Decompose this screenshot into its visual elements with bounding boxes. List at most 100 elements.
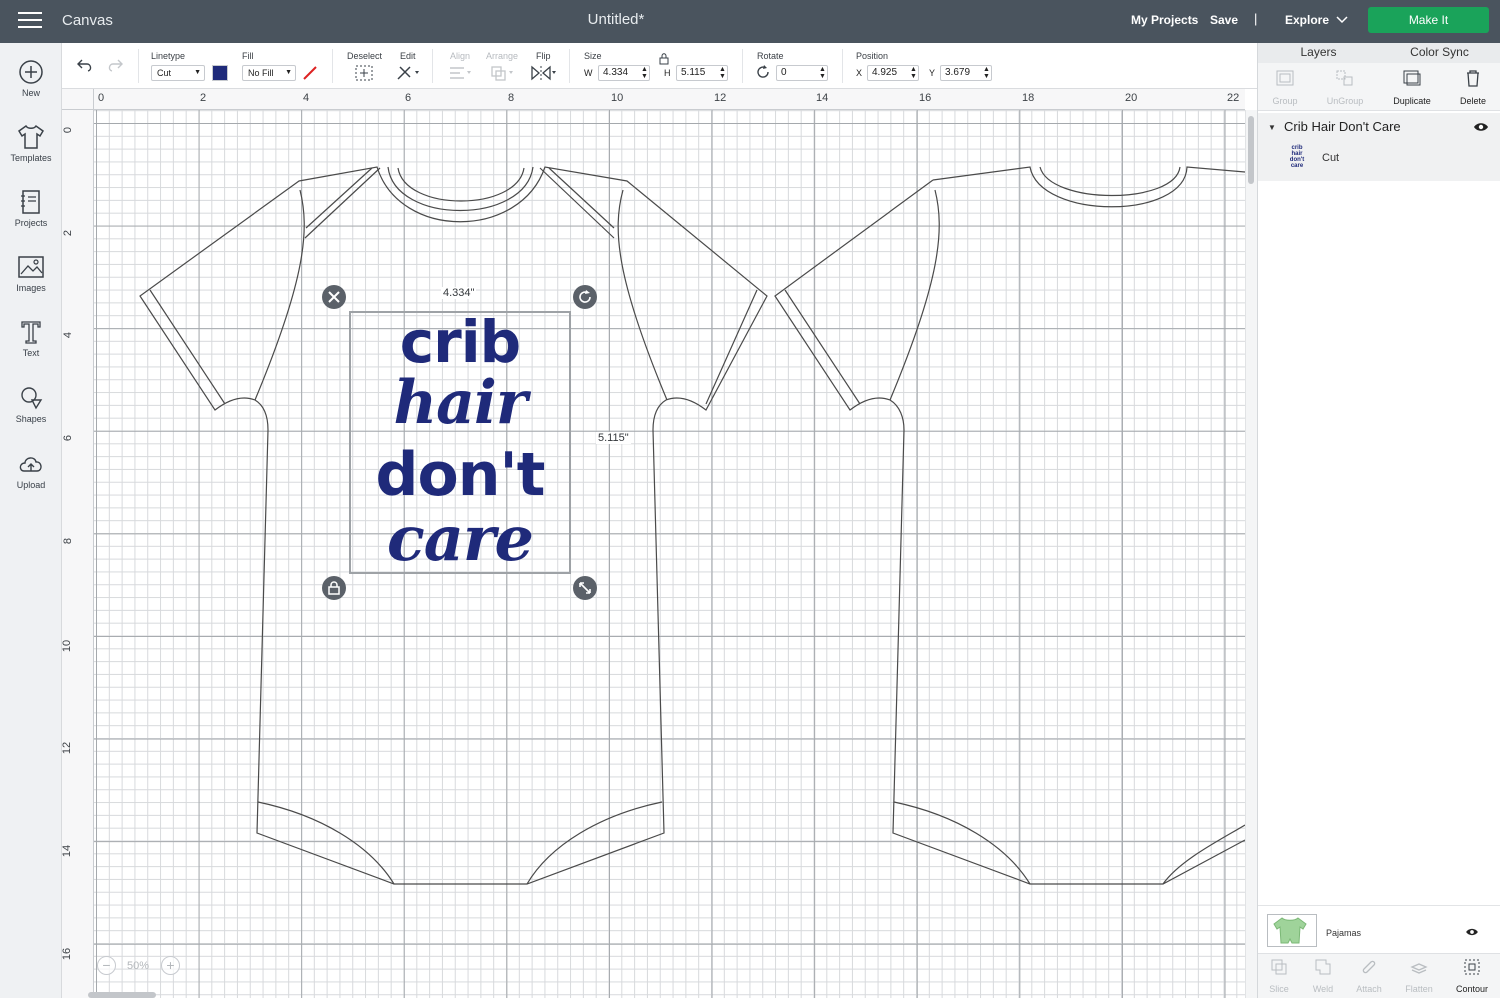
template-layer-name: Pajamas <box>1326 928 1362 938</box>
linetype-select[interactable]: Cut ▼ <box>151 65 205 81</box>
toolbar-divider <box>332 49 333 83</box>
vertical-scrollbar[interactable] <box>1245 110 1257 998</box>
delete-button[interactable]: Delete <box>1443 69 1500 106</box>
ungroup-button[interactable]: UnGroup <box>1315 69 1375 106</box>
duplicate-button[interactable]: Duplicate <box>1382 69 1442 106</box>
tab-layers[interactable]: Layers <box>1258 45 1379 65</box>
deselect-icon[interactable] <box>355 65 373 81</box>
shapes-icon <box>21 387 43 410</box>
chevron-down-icon[interactable] <box>1336 13 1348 25</box>
x-position-input[interactable]: 4.925 ▲ ▼ <box>867 65 919 81</box>
resize-handle-icon[interactable] <box>573 576 597 600</box>
ruler-tick: 18 <box>1022 92 1035 104</box>
horizontal-scrollbar-thumb[interactable] <box>88 992 156 998</box>
position-label: Position <box>856 51 889 61</box>
tool-label: Slice <box>1269 984 1289 994</box>
stepper-icon[interactable]: ▲ ▼ <box>641 66 648 80</box>
arrange-icon <box>491 66 513 81</box>
tool-label: Delete <box>1459 96 1486 106</box>
contour-button[interactable]: Contour <box>1449 958 1495 994</box>
lock-ratio-icon[interactable] <box>659 53 669 65</box>
tool-label: Contour <box>1455 984 1489 994</box>
rotate-input[interactable]: 0 ▲ ▼ <box>776 65 828 81</box>
design-canvas[interactable]: 4.334" 5.115" crib hair don't care − 50%… <box>94 110 1245 998</box>
no-fill-swatch-icon[interactable] <box>302 65 318 81</box>
height-value: 5.115 <box>681 67 706 78</box>
eye-icon[interactable] <box>1465 927 1479 937</box>
linetype-color-swatch[interactable] <box>212 65 228 81</box>
sidebar-item-new[interactable]: New <box>0 59 62 119</box>
edit-tools-icon[interactable] <box>396 65 422 81</box>
slice-button[interactable]: Slice <box>1256 958 1302 994</box>
tool-label: Group <box>1272 96 1298 106</box>
flip-icon[interactable] <box>530 65 558 81</box>
caret-down-icon[interactable]: ▼ <box>1268 123 1276 132</box>
x-axis-label: X <box>856 68 863 78</box>
fill-select[interactable]: No Fill ▼ <box>242 65 296 81</box>
sidebar-item-projects[interactable]: Projects <box>0 189 62 249</box>
sidebar-item-label: Shapes <box>15 414 47 424</box>
sidebar-item-text[interactable]: Text <box>0 319 62 379</box>
redo-icon[interactable] <box>106 57 124 73</box>
zoom-control: − 50% + <box>95 955 185 977</box>
align-icon <box>450 67 471 79</box>
zoom-out-button[interactable]: − <box>97 956 116 975</box>
rotate-icon <box>757 65 769 78</box>
sidebar-item-label: Images <box>16 283 46 293</box>
flatten-button[interactable]: Flatten <box>1396 958 1442 994</box>
ruler-tick: 10 <box>61 639 74 653</box>
machine-selector[interactable]: Explore <box>1285 13 1329 27</box>
document-title: Untitled* <box>587 11 645 28</box>
group-button[interactable]: Group <box>1255 69 1315 106</box>
layer-row[interactable]: crib hair don't care Cut <box>1258 143 1500 179</box>
weld-icon <box>1315 959 1331 975</box>
slice-icon <box>1271 959 1287 975</box>
attach-button[interactable]: Attach <box>1346 958 1392 994</box>
undo-icon[interactable] <box>76 57 94 73</box>
flatten-icon <box>1410 963 1428 974</box>
edit-toolbar: Linetype Cut ▼ Fill No Fill ▼ Deselect Edi… <box>62 43 1257 89</box>
delete-handle-icon[interactable] <box>322 285 346 309</box>
size-label: Size <box>584 51 602 61</box>
ruler-tick: 16 <box>919 92 932 104</box>
ruler-tick: 4 <box>303 92 310 104</box>
save-button[interactable]: Save <box>1210 13 1238 27</box>
ruler-tick: 14 <box>816 92 829 104</box>
sidebar-item-shapes[interactable]: Shapes <box>0 385 62 445</box>
stepper-icon[interactable]: ▲ ▼ <box>819 66 826 80</box>
layer-group[interactable]: ▼ Crib Hair Don't Care crib hair don't c… <box>1258 113 1500 181</box>
width-input[interactable]: 4.334 ▲ ▼ <box>598 65 650 81</box>
scrollbar-thumb[interactable] <box>1248 116 1254 184</box>
ruler-corner <box>62 89 94 110</box>
weld-button[interactable]: Weld <box>1300 958 1346 994</box>
stepper-icon[interactable]: ▲ ▼ <box>983 66 990 80</box>
canvas-template-layer[interactable]: Pajamas <box>1258 905 1500 951</box>
sidebar-item-label: Templates <box>10 153 52 163</box>
toolbar-divider <box>842 49 843 83</box>
ruler-tick: 20 <box>1125 92 1138 104</box>
make-it-button[interactable]: Make It <box>1368 7 1489 33</box>
sidebar-item-label: Upload <box>16 480 46 490</box>
zoom-in-button[interactable]: + <box>161 956 180 975</box>
lock-handle-icon[interactable] <box>322 576 346 600</box>
zoom-level: 50% <box>127 960 150 972</box>
ruler-tick: 0 <box>98 92 105 104</box>
eye-icon[interactable] <box>1473 121 1489 133</box>
tool-label: Attach <box>1356 984 1382 994</box>
stepper-icon[interactable]: ▲ ▼ <box>719 66 726 80</box>
my-projects-link[interactable]: My Projects <box>1131 13 1198 27</box>
group-icon <box>1276 70 1294 86</box>
tab-color-sync[interactable]: Color Sync <box>1379 45 1500 59</box>
ruler-tick: 14 <box>61 844 74 858</box>
fill-label: Fill <box>242 51 254 61</box>
height-input[interactable]: 5.115 ▲ ▼ <box>676 65 728 81</box>
sidebar-item-upload[interactable]: Upload <box>0 451 62 511</box>
toolbar-divider <box>742 49 743 83</box>
linetype-value: Cut <box>157 68 172 78</box>
stepper-icon[interactable]: ▲ ▼ <box>910 66 917 80</box>
ruler-tick: 12 <box>714 92 727 104</box>
y-position-input[interactable]: 3.679 ▲ ▼ <box>940 65 992 81</box>
sidebar-item-templates[interactable]: Templates <box>0 124 62 184</box>
rotate-handle-icon[interactable] <box>573 285 597 309</box>
sidebar-item-images[interactable]: Images <box>0 254 62 314</box>
